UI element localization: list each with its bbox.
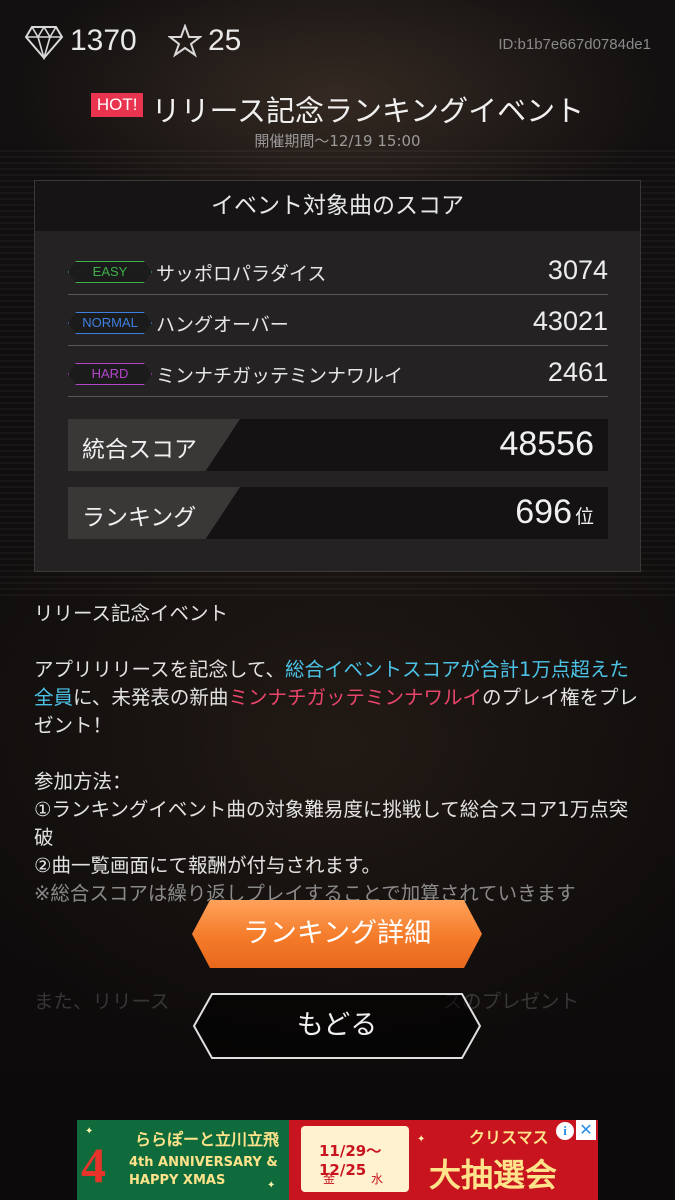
song-score: 2461 — [547, 357, 608, 387]
song-score: 3074 — [547, 255, 608, 285]
ad-info-icon[interactable]: i — [556, 1122, 574, 1140]
song-name: サッポロパラダイス — [156, 263, 327, 285]
ad-left-panel: 4 ららぽーと立川立飛 4th ANNIVERSARY & HAPPY XMAS … — [77, 1120, 289, 1200]
description-heading: リリース記念イベント — [34, 602, 229, 625]
ranking-label: ランキング — [82, 505, 197, 531]
ranking-value-wrap: 696 位 — [515, 493, 594, 532]
song-row-normal[interactable]: NORMAL ハングオーバー 43021 — [68, 298, 608, 346]
ad-right-panel: 11/29～12/25 金 水 クリスマス 大抽選会 ✦ — [289, 1120, 598, 1200]
total-score-value: 48556 — [499, 425, 594, 463]
ad-anniversary: 4th ANNIVERSARY & HAPPY XMAS — [129, 1154, 278, 1190]
difficulty-badge-normal: NORMAL — [68, 312, 152, 334]
song-row-easy[interactable]: EASY サッポロパラダイス 3074 — [68, 247, 608, 295]
ranking-value: 696 — [515, 493, 572, 531]
total-score-label: 統合スコア — [82, 437, 197, 463]
star-icon — [168, 24, 202, 58]
song-score: 43021 — [532, 306, 608, 336]
ad-days: 金 水 — [323, 1172, 384, 1186]
difficulty-badge-hard: HARD — [68, 363, 152, 385]
how-to-step-2: ②曲一覧画面にて報酬が付与されます。 — [34, 854, 382, 877]
back-button-label: もどる — [296, 1010, 378, 1041]
event-header: HOT! リリース記念ランキングイベント 開催期間～12/19 15:00 — [0, 88, 675, 151]
back-button[interactable]: もどる — [192, 992, 482, 1060]
ranking-unit: 位 — [574, 507, 594, 528]
description-paragraph: アプリリリースを記念して、総合イベントスコアが合計1万点超えた全員に、未発表の新… — [34, 656, 644, 740]
ad-xmas-line: HAPPY XMAS — [129, 1173, 226, 1188]
ad-draw-label: 大抽選会 — [429, 1156, 558, 1194]
top-bar: 1370 25 ID:b1b7e667d0784de1 — [0, 0, 675, 86]
song-row-hard[interactable]: HARD ミンナチガッテミンナワルイ 2461 — [68, 349, 608, 397]
event-description: リリース記念イベント アプリリリースを記念して、総合イベントスコアが合計1万点超… — [34, 600, 644, 908]
ad-xmas-label: クリスマス — [469, 1128, 549, 1147]
hot-badge: HOT! — [90, 93, 144, 117]
sparkle-icon: ✦ — [85, 1126, 94, 1137]
star-count: 25 — [208, 24, 242, 57]
gem-count: 1370 — [70, 24, 137, 57]
diamond-icon — [24, 25, 64, 60]
how-to-step-1: ①ランキングイベント曲の対象難易度に挑戦して総合スコア1万点突破 — [34, 798, 629, 849]
difficulty-badge-easy: EASY — [68, 261, 152, 283]
ad-banner[interactable]: 4 ららぽーと立川立飛 4th ANNIVERSARY & HAPPY XMAS … — [77, 1120, 598, 1200]
song-name: ハングオーバー — [156, 314, 289, 336]
ranking-box: ランキング 696 位 — [68, 487, 608, 539]
user-id: ID:b1b7e667d0784de1 — [498, 36, 651, 53]
sparkle-icon: ✦ — [417, 1134, 426, 1145]
description-text: に、未発表の新曲 — [73, 686, 229, 709]
score-panel: イベント対象曲のスコア EASY サッポロパラダイス 3074 NORMAL ハ… — [34, 180, 641, 572]
ad-anniversary-line: 4th ANNIVERSARY & — [129, 1155, 278, 1170]
event-title: リリース記念ランキングイベント — [151, 94, 585, 128]
description-text: アプリリリースを記念して、 — [34, 658, 285, 681]
total-score-box: 統合スコア 48556 — [68, 419, 608, 471]
song-name: ミンナチガッテミンナワルイ — [156, 365, 404, 387]
ranking-detail-button[interactable]: ランキング詳細 — [192, 900, 482, 968]
ad-brand: ららぽーと立川立飛 — [135, 1130, 280, 1149]
ad-date-box: 11/29～12/25 金 水 — [301, 1126, 409, 1192]
description-highlight-pink: ミンナチガッテミンナワルイ — [228, 686, 482, 709]
ad-close-icon[interactable]: ✕ — [576, 1120, 596, 1140]
ad-four-numeral: 4 — [81, 1137, 106, 1193]
score-panel-title: イベント対象曲のスコア — [35, 181, 640, 231]
event-period: 開催期間～12/19 15:00 — [254, 132, 421, 150]
sparkle-icon: ✦ — [267, 1180, 276, 1191]
how-to-title: 参加方法： — [34, 770, 132, 793]
